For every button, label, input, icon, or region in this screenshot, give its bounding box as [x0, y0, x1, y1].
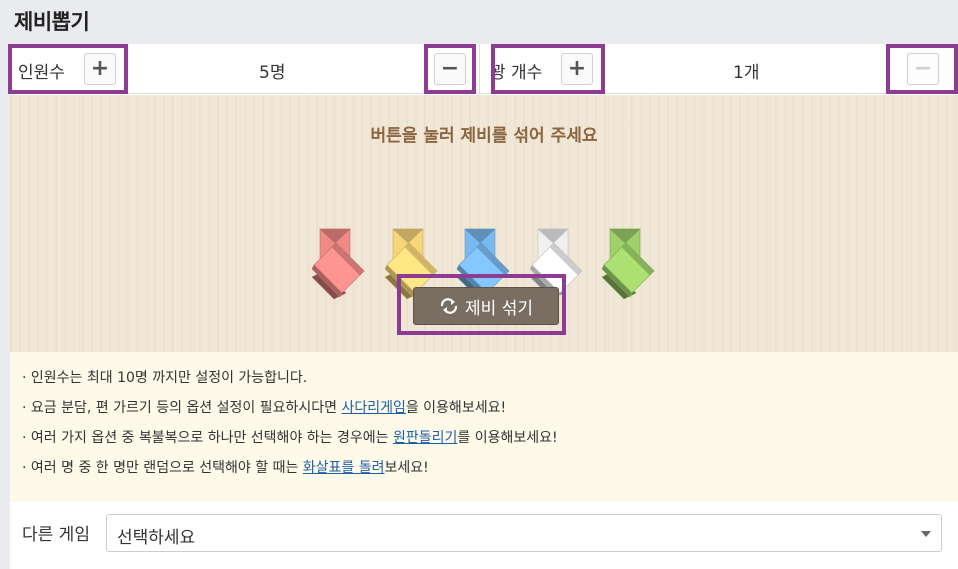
plus-icon: + — [90, 56, 110, 81]
note-item: · 요금 분담, 편 가르기 등의 옵션 설정이 필요하시다면 사다리게임을 이… — [22, 400, 507, 416]
lottery-panel: 인원수 + 5명 − 꽝 개수 + 1개 − 버튼을 눌러 제비를 섞어 주세요 — [10, 44, 958, 569]
people-counter: 인원수 + 5명 − — [10, 44, 480, 94]
other-game-row: 다른 게임 선택하세요 — [10, 502, 958, 569]
refresh-icon — [440, 298, 458, 314]
prizes-label: 꽝 개수 — [490, 63, 543, 83]
chevron-down-icon — [921, 531, 931, 537]
ladder-game-link[interactable]: 사다리게임 — [341, 400, 405, 416]
roulette-link[interactable]: 원판돌리기 — [393, 430, 457, 446]
counter-row: 인원수 + 5명 − 꽝 개수 + 1개 − — [10, 44, 958, 94]
people-plus-button[interactable]: + — [84, 53, 116, 85]
people-label: 인원수 — [18, 63, 65, 83]
lot-red[interactable] — [306, 225, 368, 305]
lottery-board: 버튼을 눌러 제비를 섞어 주세요 제비 섞기 — [10, 95, 958, 352]
prizes-plus-button[interactable]: + — [561, 53, 593, 85]
note-item: · 인원수는 최대 10명 까지만 설정이 가능합니다. — [22, 370, 308, 386]
arrow-spin-link[interactable]: 화살표를 돌려 — [303, 460, 385, 476]
prizes-counter: 꽝 개수 + 1개 − — [482, 44, 958, 94]
prizes-minus-button[interactable]: − — [907, 53, 939, 85]
shuffle-button[interactable]: 제비 섞기 — [413, 287, 559, 325]
shuffle-button-label: 제비 섞기 — [465, 298, 533, 319]
instruction-text: 버튼을 눌러 제비를 섞어 주세요 — [370, 126, 598, 146]
other-game-selected: 선택하세요 — [117, 528, 196, 548]
note-item: · 여러 명 중 한 명만 랜덤으로 선택해야 할 때는 화살표를 돌려보세요! — [22, 460, 429, 476]
lot-green[interactable] — [596, 225, 658, 305]
page-title: 제비뽑기 — [14, 10, 90, 34]
note-item: · 여러 가지 옵션 중 복불복으로 하나만 선택해야 하는 경우에는 원판돌리… — [22, 430, 558, 446]
minus-icon: − — [913, 56, 933, 81]
prizes-count-value: 1개 — [733, 63, 760, 83]
other-game-select[interactable]: 선택하세요 — [106, 514, 942, 552]
people-minus-button[interactable]: − — [434, 53, 466, 85]
people-count-value: 5명 — [259, 63, 286, 83]
other-game-label: 다른 게임 — [22, 525, 90, 545]
minus-icon: − — [440, 56, 460, 81]
plus-icon: + — [567, 56, 587, 81]
notes-box: · 인원수는 최대 10명 까지만 설정이 가능합니다. · 요금 분담, 편 … — [10, 352, 958, 502]
